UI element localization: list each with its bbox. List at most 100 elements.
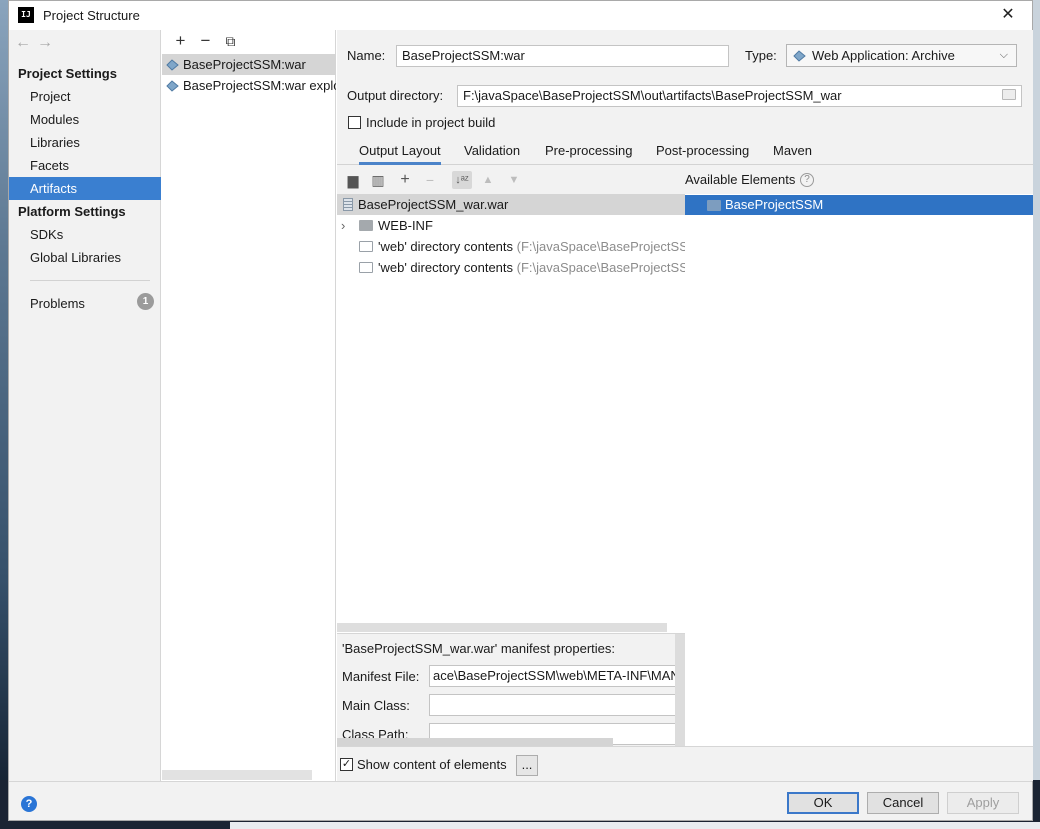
manifest-file-field[interactable]: ace\BaseProjectSSM\web\META-INF\MANIFEST… xyxy=(429,665,685,687)
web-artifact-icon xyxy=(166,80,179,92)
tree-root-war[interactable]: BaseProjectSSM_war.war xyxy=(337,194,685,215)
add-element-icon[interactable]: + xyxy=(395,171,415,189)
artifact-item-label: BaseProjectSSM:war xyxy=(183,57,306,72)
problems-count-badge: 1 xyxy=(137,293,154,310)
tree-item-web-contents[interactable]: 'web' directory contents (F:\javaSpace\B… xyxy=(337,257,685,278)
output-directory-label: Output directory: xyxy=(347,88,444,103)
sort-elements-icon[interactable]: ↓ᵃᶻ xyxy=(452,171,472,189)
tree-item-path-hint: (F:\javaSpace\BaseProjectSSM\web) xyxy=(516,260,685,275)
help-icon[interactable]: ? xyxy=(800,173,814,187)
include-in-build-label: Include in project build xyxy=(366,115,496,130)
tree-item-web-inf[interactable]: › WEB-INF xyxy=(337,215,685,236)
tree-root-label: BaseProjectSSM_war.war xyxy=(358,197,509,212)
tab-output-layout[interactable]: Output Layout xyxy=(359,143,441,165)
manifest-vertical-scrollbar[interactable] xyxy=(675,634,685,747)
artifact-list-scrollbar[interactable] xyxy=(162,770,312,780)
web-artifact-icon xyxy=(166,59,179,71)
sidebar-divider xyxy=(30,280,150,281)
folder-icon xyxy=(359,241,373,252)
available-elements-title: Available Elements xyxy=(685,172,796,187)
platform-settings-header: Platform Settings xyxy=(18,204,126,219)
remove-element-icon[interactable]: − xyxy=(420,171,440,189)
settings-sidebar: ←→ Project Settings Project Modules Libr… xyxy=(9,30,161,781)
artifact-settings-panel: Name: BaseProjectSSM:war Type: Web Appli… xyxy=(337,30,1033,781)
window-title: Project Structure xyxy=(43,8,140,23)
title-bar: IJ Project Structure ✕ xyxy=(9,1,1032,30)
type-label: Type: xyxy=(745,48,777,63)
project-structure-dialog: IJ Project Structure ✕ ←→ Project Settin… xyxy=(8,0,1033,821)
intellij-logo-icon: IJ xyxy=(18,7,34,23)
folder-icon xyxy=(359,262,373,273)
artifact-tabs: Output Layout Validation Pre-processing … xyxy=(337,138,1033,165)
tab-validation[interactable]: Validation xyxy=(464,143,520,158)
chevron-right-icon[interactable]: › xyxy=(341,215,359,236)
browse-folder-icon[interactable] xyxy=(1002,89,1016,100)
available-item-baseprojectssm[interactable]: BaseProjectSSM xyxy=(685,195,1033,215)
show-content-bar: ✓ Show content of elements ... xyxy=(337,746,1033,781)
include-in-build-checkbox[interactable] xyxy=(348,116,361,129)
sidebar-item-libraries[interactable]: Libraries xyxy=(9,131,161,154)
artifact-list-panel: + − ⧉ BaseProjectSSM:war BaseProjectSSM:wa… xyxy=(162,30,336,781)
output-directory-field[interactable]: F:\javaSpace\BaseProjectSSM\out\artifact… xyxy=(457,85,1022,107)
available-item-label: BaseProjectSSM xyxy=(725,197,824,212)
forward-arrow-icon[interactable]: → xyxy=(37,34,59,51)
project-settings-header: Project Settings xyxy=(18,66,117,81)
sidebar-item-modules[interactable]: Modules xyxy=(9,108,161,131)
new-archive-icon[interactable]: ▥ xyxy=(368,171,388,189)
dialog-footer: ? OK Cancel Apply xyxy=(9,781,1032,820)
manifest-properties-panel: 'BaseProjectSSM_war.war' manifest proper… xyxy=(337,633,685,747)
available-elements-panel: Available Elements ? BaseProjectSSM xyxy=(685,166,1033,746)
move-up-icon[interactable]: ▲ xyxy=(478,171,498,189)
sidebar-item-project[interactable]: Project xyxy=(9,85,161,108)
archive-file-icon xyxy=(343,198,353,211)
artifact-item-war[interactable]: BaseProjectSSM:war xyxy=(162,54,336,75)
module-folder-icon xyxy=(707,200,721,211)
sidebar-item-facets[interactable]: Facets xyxy=(9,154,161,177)
web-artifact-icon xyxy=(793,50,806,62)
folder-icon xyxy=(359,220,373,231)
remove-artifact-button[interactable]: − xyxy=(193,31,218,51)
sidebar-item-artifacts[interactable]: Artifacts xyxy=(9,177,161,200)
ok-button[interactable]: OK xyxy=(787,792,859,814)
nav-arrows: ←→ xyxy=(15,34,59,52)
show-content-checkbox[interactable]: ✓ xyxy=(340,758,353,771)
show-content-options-button[interactable]: ... xyxy=(516,755,538,776)
type-select-value: Web Application: Archive xyxy=(812,48,955,63)
close-icon[interactable]: ✕ xyxy=(998,5,1018,25)
main-class-label: Main Class: xyxy=(342,698,410,713)
tab-post-processing[interactable]: Post-processing xyxy=(656,143,749,158)
back-arrow-icon[interactable]: ← xyxy=(15,34,37,51)
manifest-file-label: Manifest File: xyxy=(342,669,420,684)
tree-item-label: 'web' directory contents xyxy=(378,239,514,254)
layout-tree-scrollbar[interactable] xyxy=(337,623,667,632)
output-layout-tree: ▆ ▥ + − ↓ᵃᶻ ▲ ▼ BaseProjectSSM_war.war ›… xyxy=(337,166,685,633)
artifact-toolbar: + − ⧉ xyxy=(168,31,243,51)
artifact-item-label: BaseProjectSSM:war exploded xyxy=(183,78,336,93)
type-select[interactable]: Web Application: Archive ⌵ xyxy=(786,44,1017,67)
cancel-button[interactable]: Cancel xyxy=(867,792,939,814)
tab-maven[interactable]: Maven xyxy=(773,143,812,158)
artifact-item-war-exploded[interactable]: BaseProjectSSM:war exploded xyxy=(162,75,336,96)
layout-toolbar: ▆ ▥ + − ↓ᵃᶻ ▲ ▼ xyxy=(337,166,685,194)
chevron-down-icon: ⌵ xyxy=(999,49,1008,61)
sidebar-item-sdks[interactable]: SDKs xyxy=(9,223,161,246)
main-class-field[interactable] xyxy=(429,694,685,716)
name-field[interactable]: BaseProjectSSM:war xyxy=(396,45,729,67)
manifest-header: 'BaseProjectSSM_war.war' manifest proper… xyxy=(342,641,616,656)
tree-item-path-hint: (F:\javaSpace\BaseProjectSSM\web) xyxy=(516,239,685,254)
name-label: Name: xyxy=(347,48,386,63)
show-content-label: Show content of elements xyxy=(357,757,507,772)
add-artifact-button[interactable]: + xyxy=(168,31,193,51)
tree-item-label: WEB-INF xyxy=(378,218,433,233)
move-down-icon[interactable]: ▼ xyxy=(504,171,524,189)
new-folder-icon[interactable]: ▆ xyxy=(343,171,363,189)
available-elements-header: Available Elements ? xyxy=(685,166,1033,194)
background-window-strip xyxy=(230,822,1040,829)
copy-artifact-button[interactable]: ⧉ xyxy=(218,33,243,50)
tab-pre-processing[interactable]: Pre-processing xyxy=(545,143,632,158)
help-button[interactable]: ? xyxy=(21,796,37,812)
desktop-background xyxy=(0,0,8,829)
sidebar-item-global-libraries[interactable]: Global Libraries xyxy=(9,246,161,269)
tree-item-web-contents[interactable]: 'web' directory contents (F:\javaSpace\B… xyxy=(337,236,685,257)
apply-button[interactable]: Apply xyxy=(947,792,1019,814)
